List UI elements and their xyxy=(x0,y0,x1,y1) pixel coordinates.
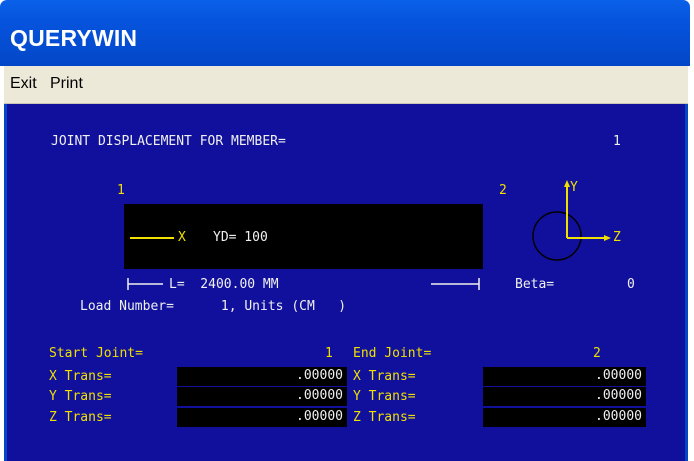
start-y-trans-label: Y Trans= xyxy=(49,389,112,404)
start-z-trans-field: .00000 xyxy=(177,408,347,427)
header-label: JOINT DISPLACEMENT FOR MEMBER= xyxy=(51,134,286,149)
start-joint-label: Start Joint= xyxy=(49,346,143,361)
start-z-trans-label: Z Trans= xyxy=(49,410,112,425)
menu-print[interactable]: Print xyxy=(50,75,83,93)
start-x-trans-field: .00000 xyxy=(177,367,347,386)
end-joint-number: 2 xyxy=(593,346,601,361)
start-x-trans-label: X Trans= xyxy=(49,369,112,384)
load-units-label: Load Number= 1, Units (CM ) xyxy=(80,299,347,314)
querywin-window: QUERYWIN Exit Print JOINT DISPLACEMENT F… xyxy=(0,0,694,461)
axis-z-label: Z xyxy=(613,230,621,245)
start-node-label: 1 xyxy=(117,183,125,198)
start-joint-number: 1 xyxy=(325,346,333,361)
end-joint-label: End Joint= xyxy=(353,346,432,361)
end-y-trans-field: .00000 xyxy=(483,387,646,406)
end-y-trans-label: Y Trans= xyxy=(353,389,416,404)
query-panel: JOINT DISPLACEMENT FOR MEMBER= 1 1 2 X Y… xyxy=(4,104,688,461)
end-z-trans-field: .00000 xyxy=(483,408,646,427)
start-y-trans-value: .00000 xyxy=(296,388,343,403)
beta-value: 0 xyxy=(627,277,635,292)
start-x-trans-value: .00000 xyxy=(296,368,343,383)
end-x-trans-label: X Trans= xyxy=(353,369,416,384)
length-label: L= 2400.00 MM xyxy=(169,277,279,292)
menu-exit[interactable]: Exit xyxy=(10,75,37,93)
end-z-trans-value: .00000 xyxy=(595,409,642,424)
member-axis-x-label: X xyxy=(178,230,186,245)
window-title: QUERYWIN xyxy=(10,25,138,51)
end-z-trans-label: Z Trans= xyxy=(353,410,416,425)
end-x-trans-value: .00000 xyxy=(595,368,642,383)
end-node-label: 2 xyxy=(499,183,507,198)
member-number: 1 xyxy=(613,134,621,149)
end-y-trans-value: .00000 xyxy=(595,388,642,403)
yd-label: YD= 100 xyxy=(213,230,268,245)
axis-y-label: Y xyxy=(570,180,578,195)
beta-label: Beta= xyxy=(515,277,555,292)
start-y-trans-field: .00000 xyxy=(177,387,347,406)
title-bar[interactable]: QUERYWIN xyxy=(0,0,690,66)
menu-bar: Exit Print xyxy=(4,66,688,104)
start-z-trans-value: .00000 xyxy=(296,409,343,424)
end-x-trans-field: .00000 xyxy=(483,367,646,386)
